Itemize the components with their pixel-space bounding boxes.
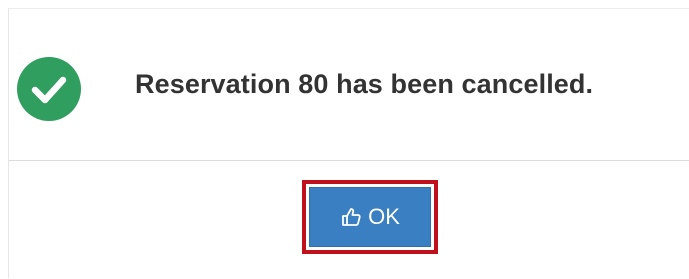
confirmation-dialog: Reservation 80 has been cancelled. OK xyxy=(8,8,689,278)
check-circle-icon xyxy=(17,57,81,121)
status-message: Reservation 80 has been cancelled. xyxy=(135,69,594,99)
focus-highlight: OK xyxy=(302,180,438,254)
thumbs-up-icon xyxy=(340,205,364,229)
dialog-footer: OK xyxy=(9,161,689,279)
ok-button-label: OK xyxy=(368,204,400,229)
ok-button[interactable]: OK xyxy=(309,187,431,247)
message-area: Reservation 80 has been cancelled. xyxy=(9,9,689,161)
